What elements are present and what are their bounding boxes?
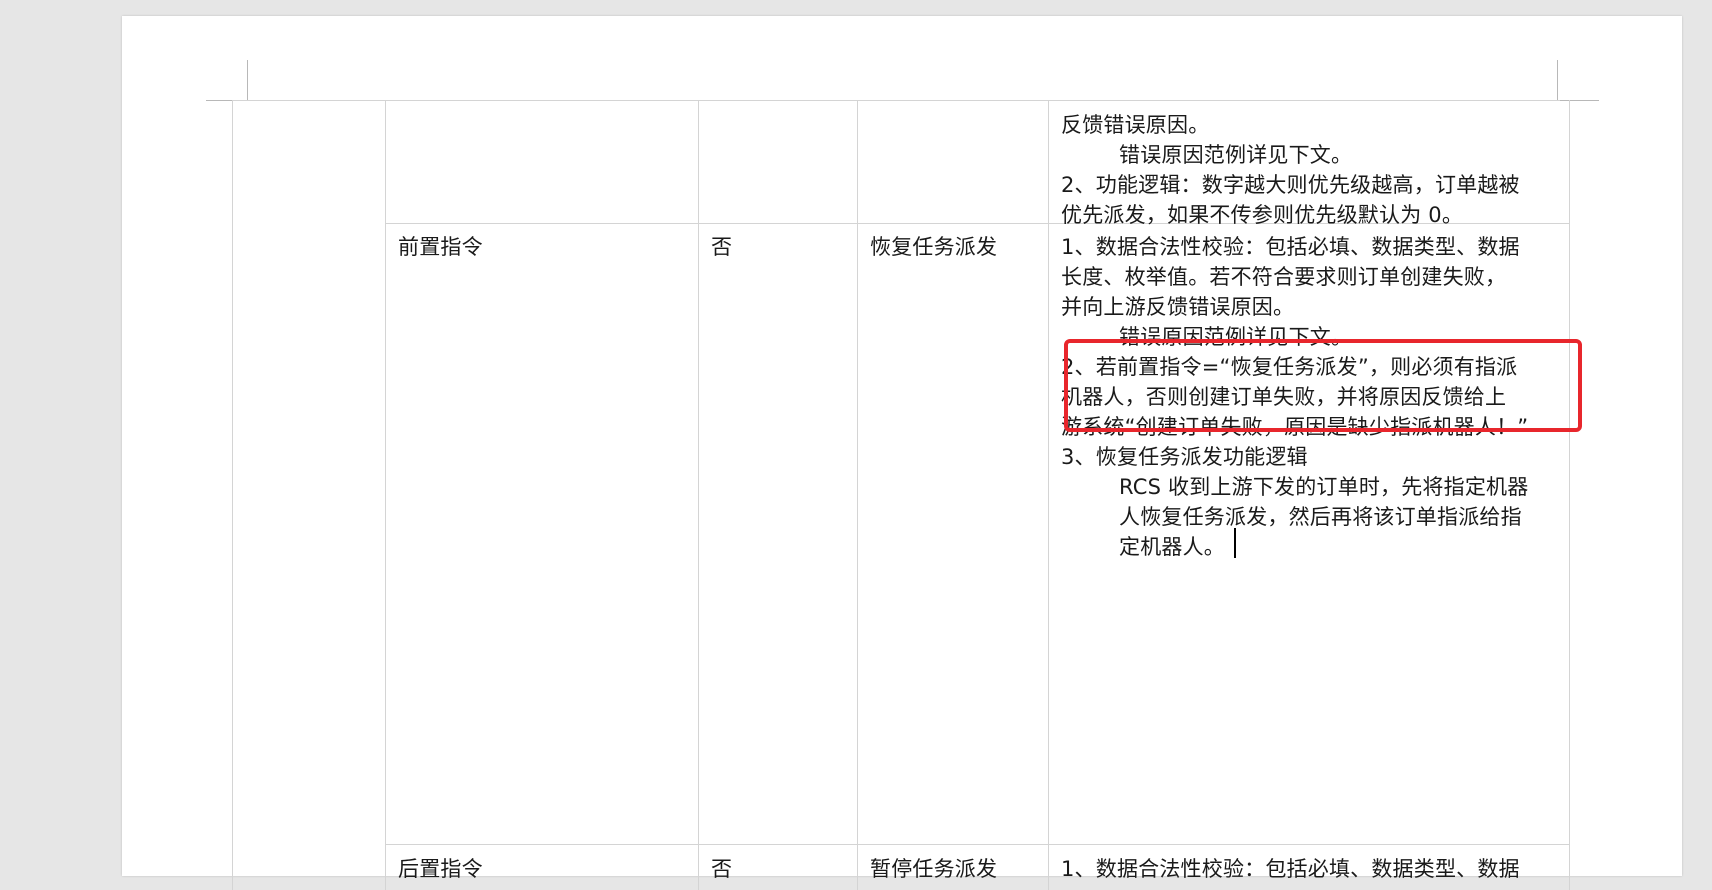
prev-desc-line-3[interactable]: 2、功能逻辑：数字越大则优先级越高，订单越被	[1061, 170, 1520, 200]
table-border-top	[232, 100, 1560, 101]
row-pre-name[interactable]: 前置指令	[398, 232, 483, 262]
row-pre-desc-line-8[interactable]: 3、恢复任务派发功能逻辑	[1061, 442, 1308, 472]
margin-mark-top-left	[247, 60, 248, 101]
table-border-col2	[698, 100, 699, 890]
row-pre-desc-line-11[interactable]: 定机器人。	[1119, 532, 1225, 562]
margin-mark-top-right	[1557, 60, 1558, 101]
row-pre-desc-line-10[interactable]: 人恢复任务派发，然后再将该订单指派给指	[1119, 502, 1522, 532]
prev-desc-line-2[interactable]: 错误原因范例详见下文。	[1119, 140, 1352, 170]
row-pre-desc-line-3[interactable]: 并向上游反馈错误原因。	[1061, 292, 1294, 322]
row-pre-desc-line-2[interactable]: 长度、枚举值。若不符合要求则订单创建失败，	[1061, 262, 1506, 292]
table-border-col5	[1569, 100, 1570, 890]
margin-mark-top-right-h	[1557, 100, 1599, 101]
row-pre-desc-line-9[interactable]: RCS 收到上游下发的订单时，先将指定机器	[1119, 472, 1528, 502]
row-pre-required[interactable]: 否	[711, 232, 732, 262]
table-border-col0	[232, 100, 233, 890]
text-cursor	[1234, 528, 1236, 558]
prev-desc-line-1[interactable]: 反馈错误原因。	[1061, 110, 1209, 140]
document-page[interactable]: 反馈错误原因。 错误原因范例详见下文。 2、功能逻辑：数字越大则优先级越高，订单…	[122, 16, 1682, 890]
highlight-annotation-box	[1064, 339, 1582, 432]
row-pre-desc-line-1[interactable]: 1、数据合法性校验：包括必填、数据类型、数据	[1061, 232, 1520, 262]
table-border-col4	[1048, 100, 1049, 890]
table-border-col1	[385, 100, 386, 890]
row-divider-2	[385, 844, 1570, 845]
table-border-col3	[857, 100, 858, 890]
prev-desc-line-4[interactable]: 优先派发，如果不传参则优先级默认为 0。	[1061, 200, 1463, 230]
row-pre-value[interactable]: 恢复任务派发	[870, 232, 997, 262]
